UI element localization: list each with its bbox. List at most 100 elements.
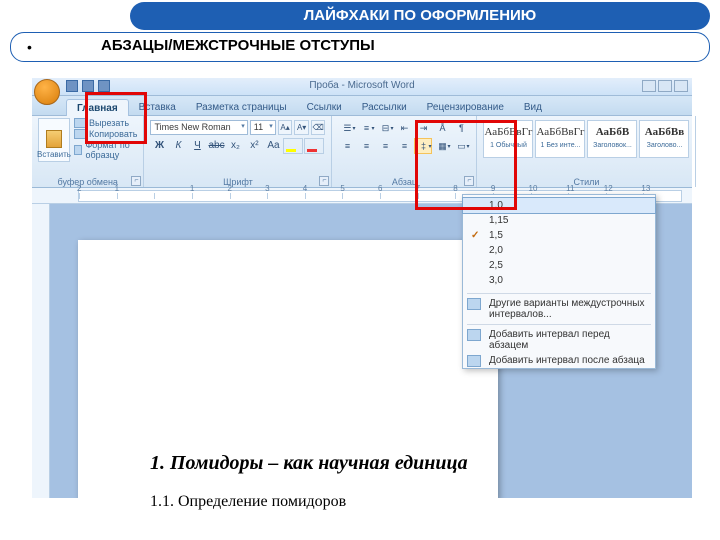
case-button[interactable]: Aa [264, 138, 282, 154]
multilevel-button[interactable]: ⊟ [376, 120, 394, 136]
font-color-button[interactable] [304, 138, 324, 154]
show-marks-button[interactable]: ¶ [452, 120, 470, 136]
group-paragraph: ☰ ≡ ⊟ ⇤ ⇥ Å ¶ ≡ ≡ ≡ ≡ ‡ ▦ ▭ Абзац ⌐ [332, 116, 477, 187]
bold-button[interactable]: Ж [150, 138, 168, 154]
titlebar: Проба - Microsoft Word [32, 78, 692, 96]
copy-label: Копировать [89, 129, 137, 139]
styles-group-label: Стили [477, 177, 695, 187]
align-right-button[interactable]: ≡ [376, 138, 394, 154]
bullet: • [27, 39, 32, 55]
minimize-button[interactable] [642, 80, 656, 92]
font-size-combo[interactable]: 11 [250, 120, 276, 135]
spacing-option-1-5[interactable]: 1,5 [463, 228, 655, 243]
format-painter-button[interactable]: Формат по образцу [74, 140, 137, 160]
underline-button[interactable]: Ч [188, 138, 206, 154]
tab-insert[interactable]: Вставка [129, 99, 186, 115]
borders-button[interactable]: ▭ [452, 138, 470, 154]
add-space-before-command[interactable]: Добавить интервал перед абзацем [463, 327, 655, 353]
ruler-tick: 5 [342, 193, 380, 199]
options-icon [467, 298, 481, 310]
ruler-tick: 7 [418, 193, 456, 199]
ruler-tick: 1 [117, 193, 155, 199]
tab-layout[interactable]: Разметка страницы [186, 99, 297, 115]
italic-button[interactable]: К [169, 138, 187, 154]
outdent-button[interactable]: ⇤ [395, 120, 413, 136]
spacing-option-1-15[interactable]: 1,15 [463, 213, 655, 228]
space-after-icon [467, 355, 481, 367]
brush-icon [74, 145, 82, 155]
spacing-options-command[interactable]: Другие варианты междустрочных интервалов… [463, 296, 655, 322]
ruler-tick: 2 [79, 193, 117, 199]
tab-review[interactable]: Рецензирование [417, 99, 514, 115]
strike-button[interactable]: abc [207, 138, 225, 154]
copy-button[interactable]: Копировать [74, 129, 137, 139]
shrink-font-button[interactable]: A▾ [294, 120, 309, 135]
style-normal[interactable]: АаБбВвГг 1 Обычный [483, 120, 533, 158]
clipboard-launcher[interactable]: ⌐ [131, 176, 141, 186]
tab-mailings[interactable]: Рассылки [352, 99, 417, 115]
line-spacing-dropdown: 1,0 1,15 1,5 2,0 2,5 3,0 Другие варианты… [462, 194, 656, 369]
spacing-options-label: Другие варианты междустрочных интервалов… [489, 298, 644, 320]
slide-header: ЛАЙФХАКИ ПО ОФОРМЛЕНИЮ [130, 2, 710, 30]
copy-icon [74, 129, 86, 139]
style-nospacing[interactable]: АаБбВвГг1 Без инте... [535, 120, 585, 158]
style-heading1[interactable]: АаБбВЗаголовок... [587, 120, 637, 158]
bullets-button[interactable]: ☰ [338, 120, 356, 136]
spacing-option-1-0[interactable]: 1,0 [463, 198, 655, 213]
clear-format-button[interactable]: ⌫ [311, 120, 326, 135]
qat-undo-icon[interactable] [82, 80, 94, 92]
group-styles: АаБбВвГг1 Обычный АаБбВвГг1 Без инте... … [477, 116, 696, 187]
tab-view[interactable]: Вид [514, 99, 552, 115]
cut-button[interactable]: Вырезать [74, 118, 137, 128]
justify-button[interactable]: ≡ [395, 138, 413, 154]
space-before-icon [467, 329, 481, 341]
numbering-button[interactable]: ≡ [357, 120, 375, 136]
qat-save-icon[interactable] [66, 80, 78, 92]
ribbon-tabs: Главная Вставка Разметка страницы Ссылки… [32, 96, 692, 116]
align-left-button[interactable]: ≡ [338, 138, 356, 154]
spacing-option-2-5[interactable]: 2,5 [463, 258, 655, 273]
style-name: Заголово... [640, 142, 688, 149]
window-title: Проба - Microsoft Word [309, 80, 414, 91]
style-name: 1 Обычный [484, 142, 532, 149]
office-button[interactable] [34, 79, 60, 105]
shading-button[interactable]: ▦ [433, 138, 451, 154]
ribbon: Вставить Вырезать Копировать Формат по о… [32, 116, 692, 188]
tab-references[interactable]: Ссылки [297, 99, 352, 115]
spacing-option-2-0[interactable]: 2,0 [463, 243, 655, 258]
ruler-tick: 1 [192, 193, 230, 199]
subscript-button[interactable]: x₂ [226, 138, 244, 154]
font-launcher[interactable]: ⌐ [319, 176, 329, 186]
tab-home[interactable]: Главная [66, 99, 129, 116]
paragraph-launcher[interactable]: ⌐ [464, 176, 474, 186]
spacing-option-3-0[interactable]: 3,0 [463, 273, 655, 288]
ruler-tick [154, 193, 192, 199]
style-name: 1 Без инте... [536, 142, 584, 149]
space-after-label: Добавить интервал после абзаца [489, 355, 645, 366]
add-space-after-command[interactable]: Добавить интервал после абзаца [463, 353, 655, 368]
indent-button[interactable]: ⇥ [414, 120, 432, 136]
font-name-combo[interactable]: Times New Roman [150, 120, 247, 135]
paste-label: Вставить [37, 150, 71, 159]
style-sample: АаБбВвГг [484, 126, 532, 138]
ruler-tick: 4 [305, 193, 343, 199]
style-sample: АаБбВ [588, 126, 636, 138]
paste-button[interactable]: Вставить [38, 118, 70, 162]
sort-button[interactable]: Å [433, 120, 451, 136]
ruler-tick: 2 [230, 193, 268, 199]
style-sample: АаБбВв [640, 126, 688, 138]
maximize-button[interactable] [658, 80, 672, 92]
cut-label: Вырезать [89, 118, 129, 128]
close-button[interactable] [674, 80, 688, 92]
superscript-button[interactable]: x² [245, 138, 263, 154]
quick-access-toolbar [66, 80, 110, 92]
doc-heading-1: 1. Помидоры – как научная единица [150, 452, 468, 475]
highlight-button[interactable] [283, 138, 303, 154]
space-before-label: Добавить интервал перед абзацем [489, 329, 610, 351]
line-spacing-button[interactable]: ‡ [414, 138, 432, 154]
vertical-ruler[interactable] [32, 204, 50, 498]
align-center-button[interactable]: ≡ [357, 138, 375, 154]
style-heading2[interactable]: АаБбВв Заголово... [639, 120, 689, 158]
qat-redo-icon[interactable] [98, 80, 110, 92]
grow-font-button[interactable]: A▴ [278, 120, 293, 135]
